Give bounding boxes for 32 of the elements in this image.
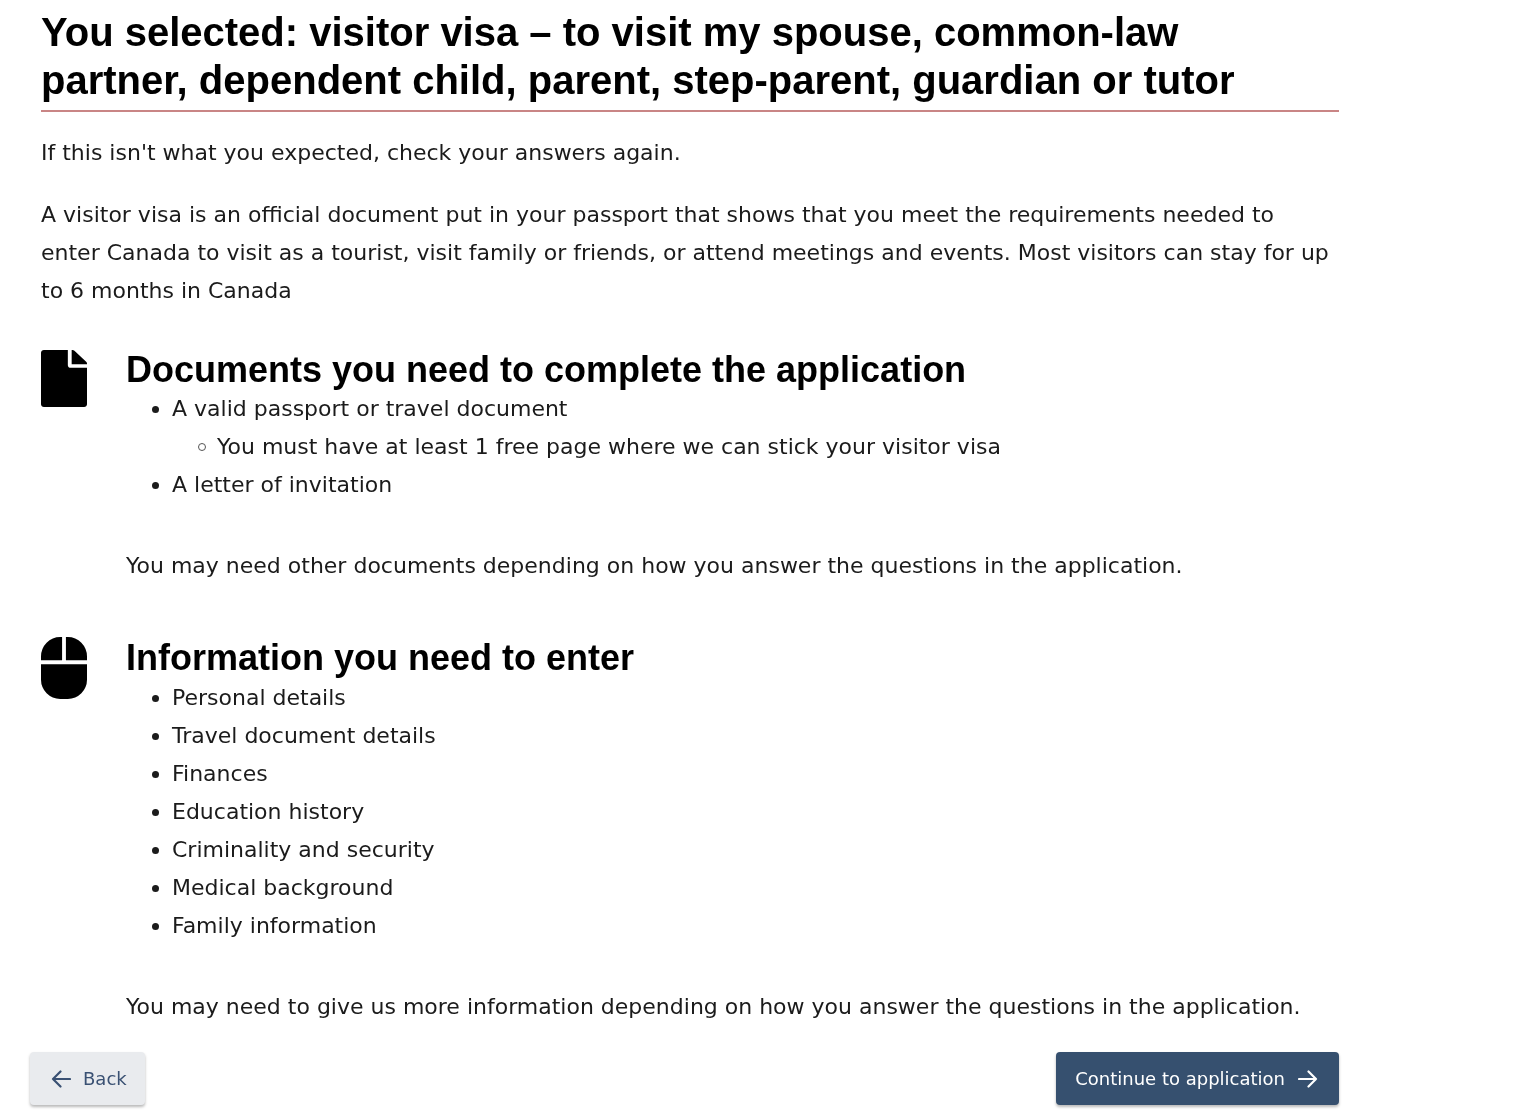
arrow-right-icon (1298, 1069, 1318, 1088)
continue-button[interactable]: Continue to application (1056, 1052, 1339, 1105)
list-item: Personal details (172, 684, 346, 712)
bullet-icon (152, 922, 159, 930)
list-item: You must have at least 1 free page where we can stick your visitor visa (217, 433, 1001, 461)
back-button[interactable]: Back (30, 1052, 145, 1105)
list-item: Education history (172, 798, 365, 826)
list-item: Family information (172, 912, 377, 940)
list-item: A letter of invitation (172, 471, 393, 499)
document-icon (41, 350, 87, 407)
list-item: Travel document details (172, 722, 436, 750)
list-item: A valid passport or travel document (172, 395, 568, 423)
arrow-left-icon (51, 1069, 71, 1088)
bullet-icon (152, 808, 159, 816)
mouse-icon (41, 637, 87, 699)
bullet-icon (152, 846, 159, 854)
description-text: A visitor visa is an official document put in your passport that shows that you meet the requirements needed to enter Canada to visit as a tourist, visit family or friends, or attend meetings and events. Most visitors can stay for up to 6 months in Canada (41, 201, 1330, 305)
bullet-icon (152, 481, 159, 489)
intro-text: If this isn't what you expected, check your answers again. (41, 139, 682, 167)
section-heading: Documents you need to complete the application (126, 350, 968, 390)
bullet-icon (152, 732, 159, 740)
note-text: You may need to give us more information depending on how you answer the questions in the application. (126, 993, 1302, 1021)
section-heading: Information you need to enter (126, 637, 636, 679)
page-title: You selected: visitor visa – to visit my spouse, common-law partner, dependent child, parent, step-parent, guardian or tutor (41, 8, 1339, 112)
bullet-icon (152, 770, 159, 778)
note-text: You may need other documents depending on how you answer the questions in the application. (126, 552, 1184, 580)
bullet-icon (152, 884, 159, 892)
bullet-icon (152, 694, 159, 702)
list-item: Finances (172, 760, 268, 788)
bullet-icon (152, 405, 159, 413)
list-item: Criminality and security (172, 836, 435, 864)
list-item: Medical background (172, 874, 394, 902)
